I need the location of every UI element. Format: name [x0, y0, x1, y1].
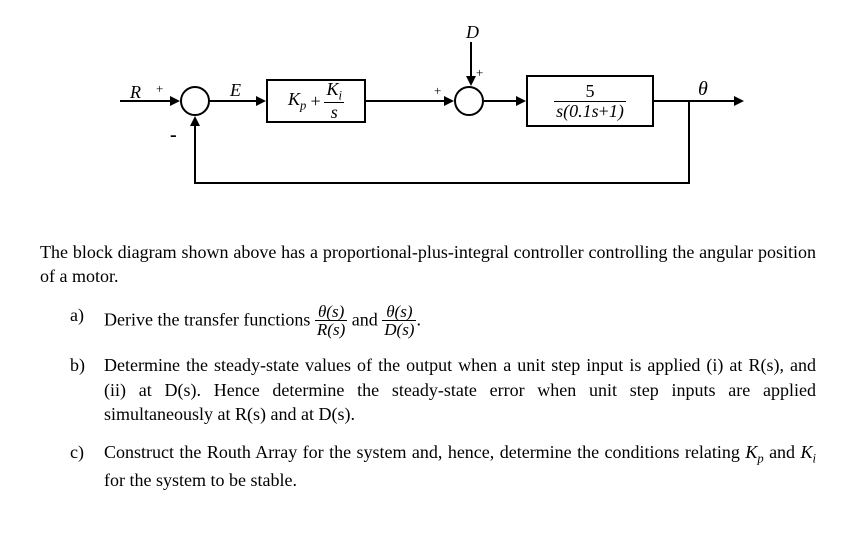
- feedback-vert-left: [194, 126, 196, 184]
- plus-sum2: +: [434, 82, 441, 100]
- arrow-e-head: [256, 96, 266, 106]
- summing-junction-2: [454, 86, 484, 116]
- plant-block: 5 s(0.1s+1): [526, 75, 654, 127]
- block-diagram: D + R + E Kp + Ki s + 5 s(0.1s+1: [88, 20, 768, 220]
- arrow-sum2-plant: [484, 100, 518, 102]
- label-d: D: [466, 20, 479, 44]
- feedback-vert-right: [688, 100, 690, 184]
- label-theta: θ: [698, 76, 708, 103]
- arrow-r-head: [170, 96, 180, 106]
- question-c: c) Construct the Routh Array for the sys…: [40, 440, 816, 492]
- label-e: E: [230, 78, 241, 102]
- plus-r: +: [156, 80, 163, 98]
- arrow-d-head: [466, 76, 476, 86]
- controller-block: Kp + Ki s: [266, 79, 366, 123]
- qc-body: Construct the Routh Array for the system…: [104, 440, 816, 492]
- arrow-ctrl-sum2: [366, 100, 446, 102]
- feedback-horiz: [194, 182, 690, 184]
- minus-fb: -: [170, 122, 177, 149]
- qa-body: Derive the transfer functions θ(s) R(s) …: [104, 303, 816, 340]
- qc-label: c): [70, 440, 92, 492]
- qa-label: a): [70, 303, 92, 340]
- arrow-out: [654, 100, 736, 102]
- plus-d: +: [476, 64, 483, 82]
- intro-text: The block diagram shown above has a prop…: [40, 240, 816, 289]
- feedback-head: [190, 116, 200, 126]
- arrow-sum2-plant-head: [516, 96, 526, 106]
- controller-expr: Kp + Ki s: [288, 80, 344, 123]
- qb-label: b): [70, 353, 92, 426]
- arrow-out-head: [734, 96, 744, 106]
- question-a: a) Derive the transfer functions θ(s) R(…: [40, 303, 816, 340]
- arrow-r: [120, 100, 172, 102]
- qb-body: Determine the steady-state values of the…: [104, 353, 816, 426]
- summing-junction-1: [180, 86, 210, 116]
- question-b: b) Determine the steady-state values of …: [40, 353, 816, 426]
- arrow-ctrl-sum2-head: [444, 96, 454, 106]
- arrow-d-vert: [470, 42, 472, 78]
